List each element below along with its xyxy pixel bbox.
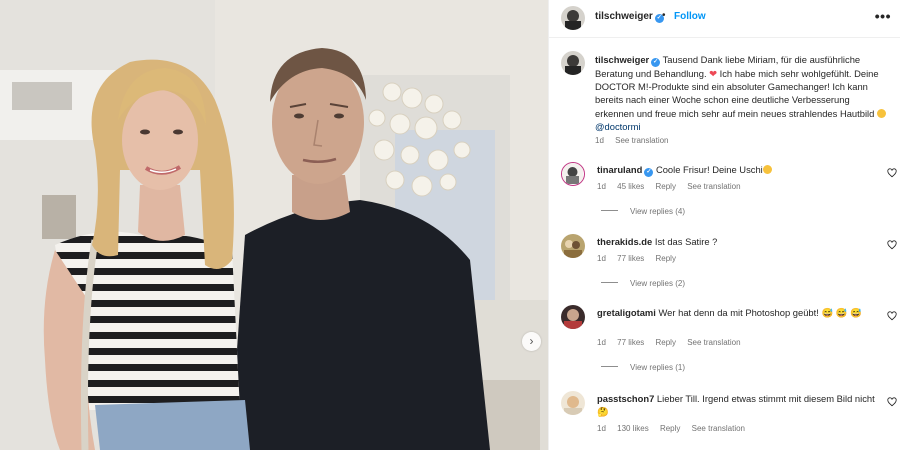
heart-outline-icon[interactable] xyxy=(887,240,897,250)
comment-username[interactable]: passtschon7 xyxy=(597,393,654,404)
heart-eyes-emoji xyxy=(876,108,886,118)
post-details-panel: tilschweiger ✓ • Follow ••• tilschweiger ✓… xyxy=(548,0,900,450)
heart-outline-icon[interactable] xyxy=(887,311,897,321)
comment-time[interactable]: 1d xyxy=(597,424,606,433)
reply-button[interactable]: Reply xyxy=(656,254,676,263)
comment-avatar[interactable] xyxy=(561,234,585,258)
view-replies-button[interactable]: View replies (4) xyxy=(601,207,685,216)
comment-see-translation[interactable]: See translation xyxy=(687,338,740,347)
reply-button[interactable]: Reply xyxy=(660,424,680,433)
caption-username[interactable]: tilschweiger xyxy=(595,54,649,65)
comment-time[interactable]: 1d xyxy=(597,182,606,191)
caption-see-translation[interactable]: See translation xyxy=(615,136,668,145)
replies-line xyxy=(601,366,618,367)
comment-body: Coole Frisur! Deine Uschi xyxy=(655,164,763,175)
comment-body: Ist das Satire ? xyxy=(654,236,718,247)
caption-time[interactable]: 1d xyxy=(595,136,604,145)
comment-avatar[interactable] xyxy=(561,162,585,186)
chevron-right-icon: › xyxy=(529,334,534,348)
view-replies-button[interactable]: View replies (2) xyxy=(601,279,685,288)
comment-meta: 1d 77 likes Reply xyxy=(597,254,685,263)
post-caption: tilschweiger ✓ Tausend Dank liebe Miriam,… xyxy=(595,53,891,133)
comment-username[interactable]: therakids.de xyxy=(597,236,652,247)
author-avatar[interactable] xyxy=(561,6,585,30)
comment-time[interactable]: 1d xyxy=(597,254,606,263)
heart-outline-icon[interactable] xyxy=(887,168,897,178)
view-replies-label[interactable]: View replies (4) xyxy=(630,207,685,216)
comment-likes[interactable]: 77 likes xyxy=(617,254,644,263)
author-username[interactable]: tilschweiger ✓ xyxy=(595,11,664,23)
comment-text: tinaruland ✓ Coole Frisur! Deine Uschi xyxy=(597,163,877,177)
view-replies-label[interactable]: View replies (2) xyxy=(630,279,685,288)
reply-button[interactable]: Reply xyxy=(656,182,676,191)
separator-dot: • xyxy=(662,10,666,21)
comment-text: passtschon7 Lieber Till. Irgend etwas st… xyxy=(597,392,877,418)
more-options-icon[interactable]: ••• xyxy=(875,9,891,23)
reply-button[interactable]: Reply xyxy=(656,338,676,347)
comment-text: therakids.de Ist das Satire ? xyxy=(597,235,877,248)
heart-outline-icon[interactable] xyxy=(887,397,897,407)
comment-body: Wer hat denn da mit Photoshop geübt! xyxy=(658,307,819,318)
comment-likes[interactable]: 130 likes xyxy=(617,424,649,433)
next-photo-button[interactable]: › xyxy=(522,332,541,351)
photo-illustration xyxy=(0,0,548,450)
view-replies-label[interactable]: View replies (1) xyxy=(630,363,685,372)
comment-avatar[interactable] xyxy=(561,391,585,415)
heart-eyes-emoji xyxy=(762,165,772,174)
comment-text: gretaligotami Wer hat denn da mit Photos… xyxy=(597,306,877,319)
comment-username[interactable]: tinaruland xyxy=(597,164,642,175)
verified-badge-icon: ✓ xyxy=(651,58,661,67)
comment-body: Lieber Till. Irgend etwas stimmt mit die… xyxy=(656,393,875,404)
post-photo[interactable]: › xyxy=(0,0,548,450)
caption-mention[interactable]: @doctormi xyxy=(595,121,640,132)
comment-see-translation[interactable]: See translation xyxy=(687,182,740,191)
comment-avatar[interactable] xyxy=(561,305,585,329)
caption-meta: 1d See translation xyxy=(595,136,678,145)
comment-meta: 1d 45 likes Reply See translation xyxy=(597,182,750,191)
comment-time[interactable]: 1d xyxy=(597,338,606,347)
comment-see-translation[interactable]: See translation xyxy=(692,424,745,433)
red-heart-emoji: ❤ xyxy=(709,68,718,79)
replies-line xyxy=(601,210,618,211)
thinking-emoji: 🤔 xyxy=(597,406,609,418)
comment-likes[interactable]: 45 likes xyxy=(617,182,644,191)
author-username-text[interactable]: tilschweiger xyxy=(595,11,653,22)
follow-button[interactable]: Follow xyxy=(674,11,706,22)
comment-likes[interactable]: 77 likes xyxy=(617,338,644,347)
grin-sweat-emoji: 😅 😅 😅 xyxy=(821,307,862,318)
caption-avatar[interactable] xyxy=(561,51,585,75)
comment-meta: 1d 130 likes Reply See translation xyxy=(597,424,754,433)
replies-line xyxy=(601,282,618,283)
post-header: tilschweiger ✓ • Follow ••• xyxy=(549,0,900,38)
comment-username[interactable]: gretaligotami xyxy=(597,307,656,318)
view-replies-button[interactable]: View replies (1) xyxy=(601,363,685,372)
comment-meta: 1d 77 likes Reply See translation xyxy=(597,338,750,347)
verified-badge-icon: ✓ xyxy=(644,168,654,177)
